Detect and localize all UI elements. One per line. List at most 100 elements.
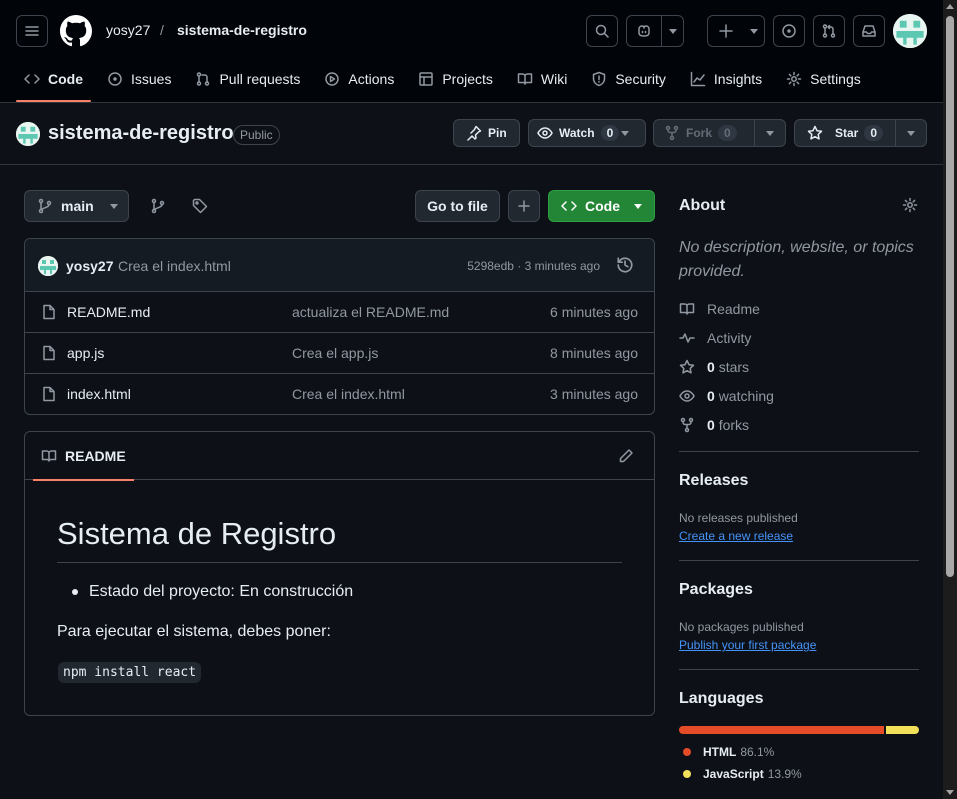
star-icon xyxy=(807,125,823,141)
pencil-icon[interactable] xyxy=(618,448,634,464)
file-name[interactable]: app.js xyxy=(67,345,104,361)
star-counter: 0 xyxy=(864,125,883,141)
create-release-link[interactable]: Create a new release xyxy=(679,529,793,543)
tab-projects[interactable]: Projects xyxy=(410,62,501,96)
tab-code[interactable]: Code xyxy=(16,62,91,102)
create-new-plus[interactable] xyxy=(708,16,743,46)
tab-wiki[interactable]: Wiki xyxy=(509,62,575,96)
releases-empty-text: No releases published xyxy=(679,511,798,525)
stars-link[interactable]: 0 stars xyxy=(679,359,749,375)
repo-title[interactable]: sistema-de-registro xyxy=(48,122,234,145)
github-logo-icon[interactable] xyxy=(60,15,92,47)
copilot-button[interactable] xyxy=(627,16,661,46)
watch-button[interactable]: Watch 0 xyxy=(528,119,646,147)
forks-link[interactable]: 0 forks xyxy=(679,417,749,433)
plus-icon xyxy=(718,23,734,39)
file-icon xyxy=(41,345,57,361)
code-button-label: Code xyxy=(585,198,620,214)
commit-message[interactable]: Crea el index.html xyxy=(118,258,231,274)
triangle-down-icon xyxy=(749,28,758,34)
fork-dropdown[interactable] xyxy=(755,120,785,146)
copilot-dropdown[interactable] xyxy=(662,16,683,46)
language-dot xyxy=(683,770,691,778)
code-button[interactable]: Code xyxy=(548,190,655,222)
history-icon[interactable] xyxy=(616,256,634,274)
breadcrumb-separator: / xyxy=(160,22,164,38)
branch-select-button[interactable]: main xyxy=(24,190,129,222)
file-row[interactable]: index.html Crea el index.html 3 minutes … xyxy=(25,374,654,414)
inbox-button[interactable] xyxy=(853,15,885,47)
tab-readme[interactable]: README xyxy=(33,432,134,481)
commit-author[interactable]: yosy27 xyxy=(66,258,113,274)
create-new-dropdown[interactable] xyxy=(743,16,764,46)
readme-link-label: Readme xyxy=(707,301,760,317)
tab-pull-requests[interactable]: Pull requests xyxy=(187,62,308,96)
pull-requests-button[interactable] xyxy=(813,15,845,47)
issues-button[interactable] xyxy=(773,15,805,47)
watching-link[interactable]: 0 watching xyxy=(679,388,774,404)
file-name[interactable]: README.md xyxy=(67,304,150,320)
avatar[interactable] xyxy=(38,256,58,276)
menu-button[interactable] xyxy=(16,15,48,47)
star-button[interactable]: Star 0 xyxy=(794,119,927,147)
tab-actions[interactable]: Actions xyxy=(316,62,402,96)
file-icon xyxy=(41,304,57,320)
pull-request-icon xyxy=(195,71,211,87)
create-new-button[interactable] xyxy=(707,15,765,47)
copilot-icon xyxy=(636,23,652,39)
fork-icon xyxy=(679,417,695,433)
user-avatar[interactable] xyxy=(893,14,927,48)
breadcrumb-owner[interactable]: yosy27 xyxy=(106,22,150,38)
packages-title[interactable]: Packages xyxy=(679,581,753,599)
language-item-javascript[interactable]: JavaScript 13.9% xyxy=(683,767,802,781)
file-commit-message[interactable]: Crea el index.html xyxy=(292,386,405,402)
file-commit-message[interactable]: actualiza el README.md xyxy=(292,304,449,320)
scrollbar[interactable] xyxy=(943,0,957,799)
triangle-down-icon xyxy=(766,130,774,136)
add-file-button[interactable] xyxy=(508,190,540,222)
code-icon xyxy=(24,71,40,87)
gear-icon[interactable] xyxy=(902,197,918,213)
repo-owner-avatar[interactable] xyxy=(16,122,40,146)
go-to-file-button[interactable]: Go to file xyxy=(415,190,500,222)
language-item-html[interactable]: HTML 86.1% xyxy=(683,745,774,759)
publish-package-link[interactable]: Publish your first package xyxy=(679,638,816,652)
scroll-up-arrow[interactable] xyxy=(946,4,954,9)
star-dropdown[interactable] xyxy=(896,120,926,146)
copilot-button-group[interactable] xyxy=(626,15,684,47)
language-dot xyxy=(683,748,691,756)
go-to-file-label: Go to file xyxy=(427,198,488,214)
language-percent: 13.9% xyxy=(767,767,802,781)
fork-button[interactable]: Fork 0 xyxy=(653,119,786,147)
releases-title[interactable]: Releases xyxy=(679,472,748,490)
tab-insights[interactable]: Insights xyxy=(682,62,770,96)
watch-label: Watch xyxy=(559,126,595,140)
branches-icon[interactable] xyxy=(150,198,166,214)
search-icon xyxy=(594,23,610,39)
packages-empty-text: No packages published xyxy=(679,620,804,634)
divider xyxy=(679,451,919,452)
watching-label: watching xyxy=(718,388,774,404)
file-row[interactable]: app.js Crea el app.js 8 minutes ago xyxy=(25,333,654,374)
watching-count: 0 xyxy=(707,388,715,404)
pin-button[interactable]: Pin xyxy=(453,119,520,147)
inbox-icon xyxy=(861,23,877,39)
readme-header: README xyxy=(25,432,654,481)
breadcrumb-repo[interactable]: sistema-de-registro xyxy=(177,22,307,38)
search-button[interactable] xyxy=(586,15,618,47)
file-row[interactable]: README.md actualiza el README.md 6 minut… xyxy=(25,292,654,333)
tab-issues[interactable]: Issues xyxy=(99,62,179,96)
file-name[interactable]: index.html xyxy=(67,386,131,402)
tab-settings[interactable]: Settings xyxy=(778,62,869,96)
scroll-down-arrow[interactable] xyxy=(946,790,954,795)
commit-meta[interactable]: 5298edb · 3 minutes ago xyxy=(467,259,600,273)
tab-security[interactable]: Security xyxy=(583,62,674,96)
activity-link[interactable]: Activity xyxy=(679,330,751,346)
scrollbar-thumb[interactable] xyxy=(946,16,954,577)
tab-label: Projects xyxy=(442,71,493,87)
fork-label: Fork xyxy=(686,126,713,140)
fork-counter: 0 xyxy=(718,125,737,141)
file-commit-message[interactable]: Crea el app.js xyxy=(292,345,378,361)
readme-link[interactable]: Readme xyxy=(679,301,760,317)
tag-icon[interactable] xyxy=(192,198,208,214)
